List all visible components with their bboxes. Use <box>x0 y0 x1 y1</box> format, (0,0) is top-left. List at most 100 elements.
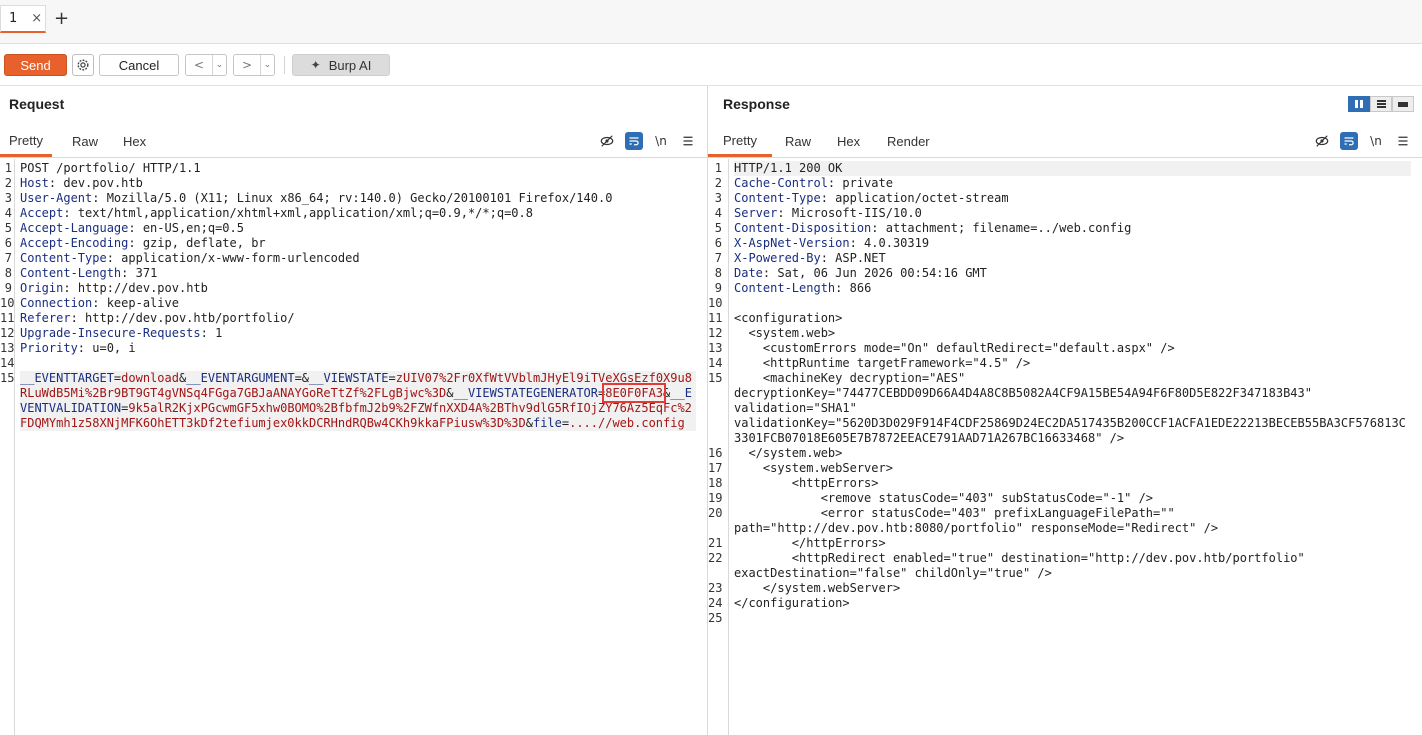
line-text: Connection: keep-alive <box>20 296 179 311</box>
line-text: Date: Sat, 06 Jun 2026 00:54:16 GMT <box>734 266 987 281</box>
eye-off-icon[interactable] <box>598 132 616 150</box>
code-line: 12 <system.web> <box>708 326 1411 341</box>
line-number: 15 <box>708 371 723 385</box>
header-separator: : <box>106 251 114 265</box>
header-name: Content-Length <box>734 281 836 295</box>
line-number: 15 <box>0 371 15 385</box>
code-line: 7 Content-Type: application/x-www-form-ur… <box>5 251 696 266</box>
request-text[interactable]: 1 POST /portfolio/ HTTP/1.1 2 Host: dev.pov… <box>0 161 696 431</box>
line-text: HTTP/1.1 200 OK <box>734 161 843 175</box>
tab-raw[interactable]: Raw <box>72 126 98 157</box>
line-number: 2 <box>4 176 12 190</box>
line-text: Host: dev.pov.htb <box>20 176 143 191</box>
header-value: en-US,en;q=0.5 <box>135 221 244 235</box>
forward-button[interactable]: > <box>234 55 260 75</box>
line-number: 4 <box>4 206 12 220</box>
send-button[interactable]: Send <box>4 54 67 76</box>
code-line: 7 X-Powered-By: ASP.NET <box>715 251 1411 266</box>
line-number: 5 <box>4 221 12 235</box>
line-text: <system.web> <box>734 326 836 340</box>
tab-pretty[interactable]: Pretty <box>708 126 772 157</box>
code-line: 14 <box>0 356 696 371</box>
history-back-control: < ⌄ <box>185 54 227 76</box>
header-name: X-AspNet-Version <box>734 236 850 250</box>
line-text: <httpRedirect enabled="true" destination… <box>734 551 1305 580</box>
header-name: Content-Length <box>20 266 122 280</box>
back-button[interactable]: < <box>186 55 212 75</box>
line-number: 23 <box>708 581 723 595</box>
repeater-tab-1[interactable]: 1 × <box>0 5 46 33</box>
line-text: X-AspNet-Version: 4.0.30319 <box>734 236 929 251</box>
code-line: 5 Accept-Language: en-US,en;q=0.5 <box>5 221 696 236</box>
line-number: 1 <box>4 161 12 175</box>
line-text: Referer: http://dev.pov.htb/portfolio/ <box>20 311 295 326</box>
code-line: 20 <error statusCode="403" prefixLanguag… <box>708 506 1411 536</box>
code-line: 24 </configuration> <box>708 596 1411 611</box>
close-icon[interactable]: × <box>31 11 42 26</box>
plus-icon[interactable]: + <box>54 9 69 29</box>
response-editor[interactable]: 1 HTTP/1.1 200 OK 2 Cache-Control: private 3… <box>708 159 1422 735</box>
line-number: 2 <box>714 176 722 190</box>
repeater-tab-bar: 1 × + <box>0 0 1422 44</box>
header-value: http://dev.pov.htb/portfolio/ <box>77 311 295 325</box>
code-line: 16 </system.web> <box>708 446 1411 461</box>
line-number: 13 <box>0 341 15 355</box>
code-line: 18 <httpErrors> <box>708 476 1411 491</box>
line-number: 22 <box>708 551 723 565</box>
eye-off-icon[interactable] <box>1313 132 1331 150</box>
layout-side-by-side-button[interactable] <box>1348 96 1370 112</box>
tab-pretty[interactable]: Pretty <box>0 126 52 157</box>
word-wrap-icon[interactable] <box>1340 132 1358 150</box>
line-text: User-Agent: Mozilla/5.0 (X11; Linux x86_… <box>20 191 612 206</box>
line-text: <remove statusCode="403" subStatusCode="… <box>734 491 1154 505</box>
header-separator: : <box>77 341 86 355</box>
amp: & <box>301 371 310 385</box>
history-forward-control: > ⌄ <box>233 54 275 76</box>
code-line: 4 Accept: text/html,application/xhtml+xml… <box>5 206 696 221</box>
tab-raw[interactable]: Raw <box>785 126 811 157</box>
line-number: 11 <box>708 311 723 325</box>
line-number: 10 <box>0 296 15 310</box>
tab-hex[interactable]: Hex <box>123 126 146 157</box>
tab-hex[interactable]: Hex <box>837 126 860 157</box>
header-name: Upgrade-Insecure-Requests <box>20 326 201 340</box>
request-editor[interactable]: 1 POST /portfolio/ HTTP/1.1 2 Host: dev.pov… <box>0 159 707 735</box>
header-separator: : <box>820 191 828 205</box>
hamburger-icon[interactable] <box>1394 132 1412 150</box>
newline-toggle[interactable]: \n <box>1367 132 1385 150</box>
equals: = <box>388 371 396 385</box>
param-value: download <box>121 371 179 385</box>
header-separator: : <box>63 281 71 295</box>
header-value: 371 <box>128 266 158 280</box>
response-text[interactable]: 1 HTTP/1.1 200 OK 2 Cache-Control: private 3… <box>708 161 1411 626</box>
code-line: 2 Cache-Control: private <box>715 176 1411 191</box>
equals: = <box>294 371 302 385</box>
code-line: 14 <httpRuntime targetFramework="4.5" /> <box>708 356 1411 371</box>
line-number: 14 <box>708 356 723 370</box>
hamburger-icon[interactable] <box>679 132 697 150</box>
header-value: http://dev.pov.htb <box>70 281 208 295</box>
request-body: __EVENTTARGET=download&__EVENTARGUMENT=&… <box>20 371 696 431</box>
header-name: Accept <box>20 206 64 220</box>
header-name: Connection <box>20 296 93 310</box>
header-name: User-Agent <box>20 191 93 205</box>
tab-render[interactable]: Render <box>887 126 930 157</box>
layout-tabs-button[interactable] <box>1392 96 1414 112</box>
line-text: Upgrade-Insecure-Requests: 1 <box>20 326 222 341</box>
param-value: ....//web.config <box>569 416 685 430</box>
chevron-down-icon[interactable]: ⌄ <box>212 55 226 75</box>
word-wrap-icon[interactable] <box>625 132 643 150</box>
code-line: 21 </httpErrors> <box>708 536 1411 551</box>
cancel-button[interactable]: Cancel <box>99 54 179 76</box>
line-number: 4 <box>714 206 722 220</box>
newline-toggle[interactable]: \n <box>652 132 670 150</box>
param-name: __EVENTTARGET <box>20 371 114 385</box>
layout-stacked-button[interactable] <box>1370 96 1392 112</box>
line-number: 8 <box>4 266 12 280</box>
code-line: 1 HTTP/1.1 200 OK <box>715 161 1411 176</box>
settings-button[interactable] <box>72 54 94 76</box>
chevron-down-icon[interactable]: ⌄ <box>260 55 274 75</box>
burp-ai-button[interactable]: ✦ Burp AI <box>292 54 390 76</box>
header-value: application/x-www-form-urlencoded <box>113 251 360 265</box>
code-line: 6 Accept-Encoding: gzip, deflate, br <box>5 236 696 251</box>
